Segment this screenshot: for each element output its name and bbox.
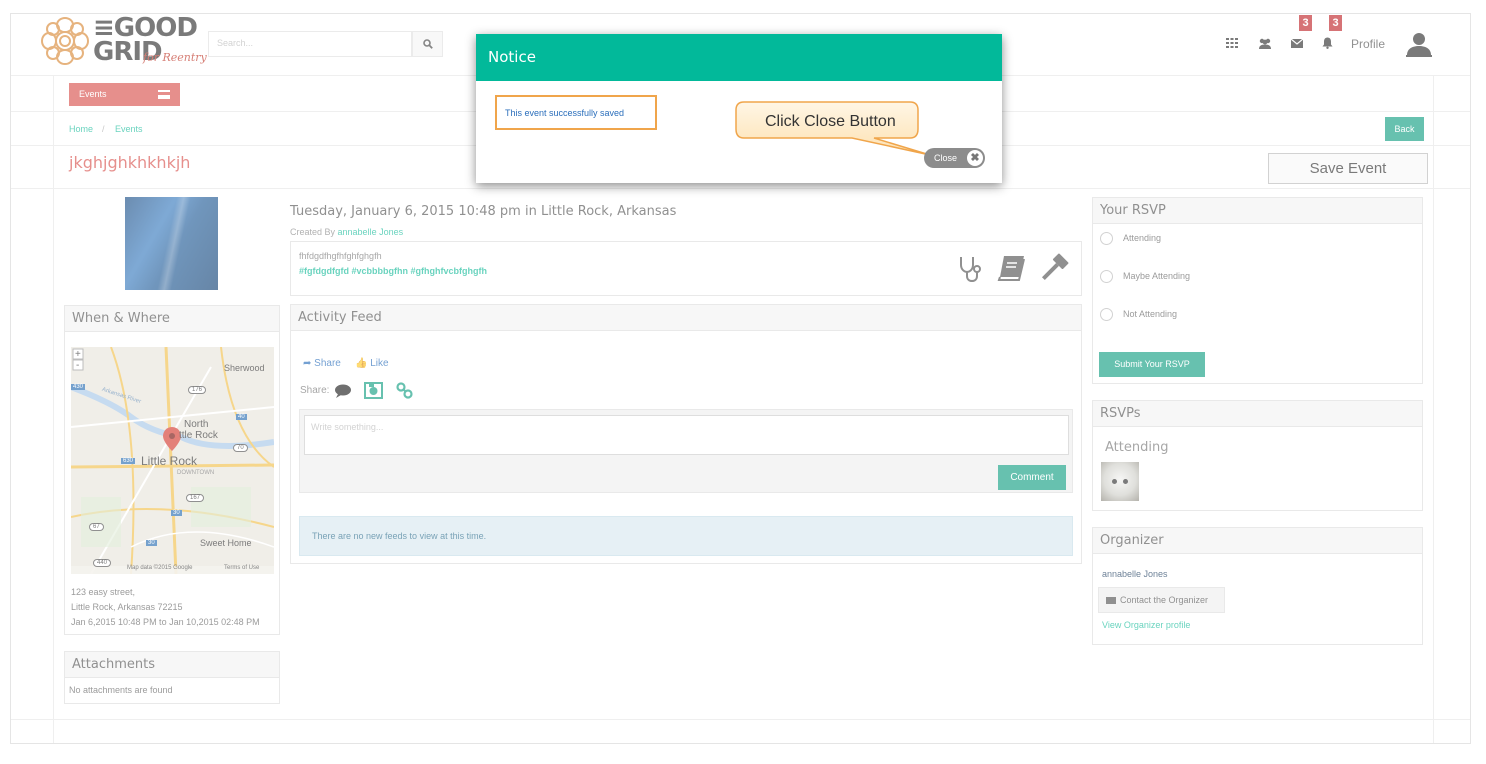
close-button[interactable]: Close ✖ (924, 148, 985, 168)
app-window: ≡GOOD GRID for Reentry Search... 3 3 Pro… (10, 13, 1471, 744)
close-icon: ✖ (967, 150, 983, 166)
success-message: This event successfully saved (495, 95, 657, 130)
modal-title: Notice (476, 34, 1002, 81)
close-button-label: Close (934, 153, 958, 163)
callout-text: Click Close Button (765, 113, 896, 130)
notice-modal: Notice This event successfully saved Cli… (476, 34, 1002, 183)
